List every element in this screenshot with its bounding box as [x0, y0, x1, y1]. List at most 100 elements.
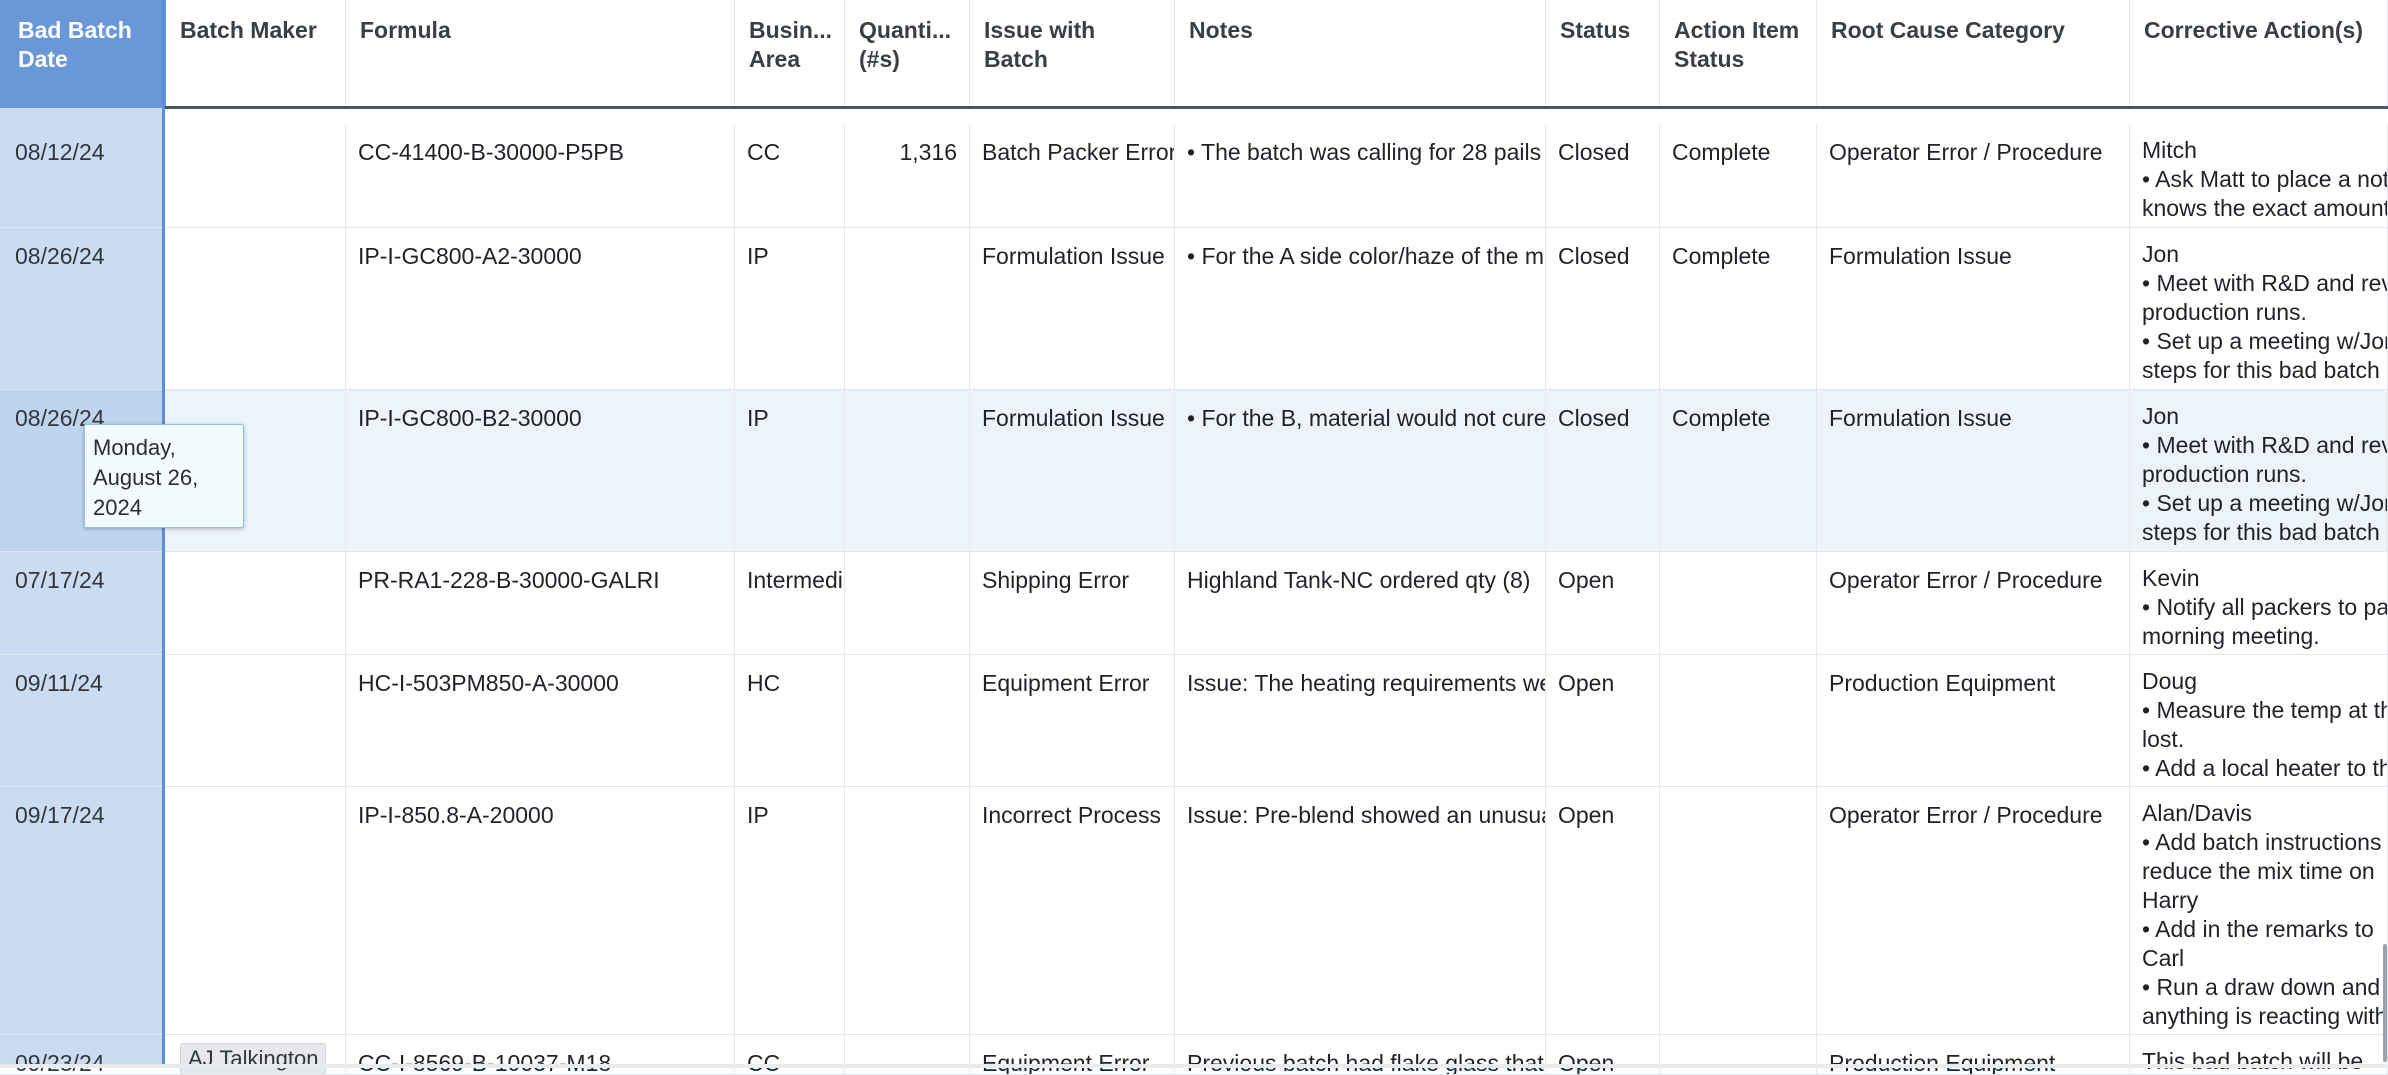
status-cell[interactable]: Open — [1546, 787, 1660, 1034]
business-area-cell[interactable]: IP — [735, 228, 845, 389]
header-batch-maker[interactable]: Batch Maker — [166, 0, 346, 108]
issue-cell[interactable]: Incorrect Process — [970, 787, 1175, 1034]
header-corrective-actions[interactable]: Corrective Action(s) — [2130, 0, 2388, 108]
corrective-action-line: • Measure the temp at the — [2142, 697, 2388, 723]
batch-maker-chip[interactable]: AJ Talkington — [180, 1043, 327, 1074]
quantity-cell[interactable] — [845, 390, 970, 551]
status-cell[interactable]: Closed — [1546, 228, 1660, 389]
header-notes[interactable]: Notes — [1175, 0, 1546, 108]
corrective-actions-cell[interactable]: Doug • Measure the temp at the lost. • Add … — [2130, 655, 2388, 786]
header-issue-with-batch[interactable]: Issue with Batch — [970, 0, 1175, 108]
status-cell[interactable]: Open — [1546, 552, 1660, 654]
corrective-actions-cell[interactable]: Jon • Meet with R&D and review production … — [2130, 390, 2388, 551]
root-cause-cell[interactable]: Operator Error / Procedure — [1817, 787, 2130, 1034]
formula-cell[interactable]: IP-I-GC800-A2-30000 — [346, 228, 735, 389]
status-cell[interactable]: Open — [1546, 1035, 1660, 1074]
issue-cell[interactable]: Equipment Error — [970, 1035, 1175, 1074]
status-cell[interactable]: Closed — [1546, 124, 1660, 227]
quantity-cell[interactable] — [845, 787, 970, 1034]
corrective-actions-cell[interactable]: Kevin • Notify all packers to pay morning … — [2130, 552, 2388, 654]
bad-batch-date-cell[interactable]: 09/23/24 — [0, 1035, 162, 1074]
header-business-area[interactable]: Busin... Area — [735, 0, 845, 108]
action-item-status-cell[interactable] — [1660, 552, 1817, 654]
root-cause-cell[interactable]: Production Equipment — [1817, 655, 2130, 786]
quantity-cell[interactable] — [845, 1035, 970, 1074]
action-item-status-cell[interactable]: Complete — [1660, 390, 1817, 551]
business-area-cell[interactable]: CC — [735, 1035, 845, 1074]
corrective-actions-cell[interactable]: This bad batch will be — [2130, 1035, 2388, 1074]
business-area-cell[interactable]: Intermediate — [735, 552, 845, 654]
action-item-status-cell[interactable] — [1660, 1035, 1817, 1074]
batch-maker-cell[interactable] — [166, 228, 346, 389]
notes-cell[interactable]: • For the B, material would not cure — [1175, 390, 1546, 551]
quantity-cell[interactable]: 1,316 — [845, 124, 970, 227]
batch-maker-cell[interactable] — [166, 124, 346, 227]
notes-cell[interactable]: Issue: The heating requirements were not… — [1175, 655, 1546, 786]
issue-cell[interactable]: Formulation Issue — [970, 390, 1175, 551]
formula-cell[interactable]: CC-I-8569-B-10037-M18 — [346, 1035, 735, 1074]
bad-batch-date-cell[interactable]: 09/11/24 — [0, 655, 162, 786]
formula-cell[interactable]: PR-RA1-228-B-30000-GALRI — [346, 552, 735, 654]
corrective-actions-cell[interactable]: Mitch • Ask Matt to place a note knows the… — [2130, 124, 2388, 227]
issue-cell[interactable]: Formulation Issue — [970, 228, 1175, 389]
action-item-status-cell[interactable]: Complete — [1660, 124, 1817, 227]
business-area-cell[interactable]: CC — [735, 124, 845, 227]
table-row[interactable]: 08/26/24 IP-I-GC800-A2-30000 IP Formulation… — [0, 228, 2388, 390]
batch-maker-cell[interactable] — [166, 552, 346, 654]
batch-maker-cell[interactable] — [166, 655, 346, 786]
root-cause-cell[interactable]: Production Equipment — [1817, 1035, 2130, 1074]
bad-batch-date-cell[interactable]: 07/17/24 — [0, 552, 162, 654]
table-row[interactable]: 09/17/24 IP-I-850.8-A-20000 IP Incorrect Pr… — [0, 787, 2388, 1035]
header-root-cause-category[interactable]: Root Cause Category — [1817, 0, 2130, 108]
root-cause-text: Production Equipment — [1829, 670, 2056, 696]
root-cause-cell[interactable]: Operator Error / Procedure — [1817, 124, 2130, 227]
notes-cell[interactable]: Issue: Pre-blend showed an unusual — [1175, 787, 1546, 1034]
notes-cell[interactable]: Previous batch had flake glass that — [1175, 1035, 1546, 1074]
action-item-status-cell[interactable] — [1660, 787, 1817, 1034]
formula-cell[interactable]: CC-41400-B-30000-P5PB — [346, 124, 735, 227]
notes-cell[interactable]: • For the A side color/haze of the mater… — [1175, 228, 1546, 389]
header-quantity[interactable]: Quanti... (#s) — [845, 0, 970, 108]
table-row[interactable]: 09/23/24 AJ Talkington CC-I-8569-B-10037-M… — [0, 1035, 2388, 1075]
header-formula[interactable]: Formula — [346, 0, 735, 108]
table-row[interactable]: 08/26/24 IP-I-GC800-B2-30000 IP Formulation… — [0, 390, 2388, 552]
table-row[interactable]: 09/11/24 HC-I-503PM850-A-30000 HC Equipment… — [0, 655, 2388, 787]
corrective-actions-cell[interactable]: Jon • Meet with R&D and review production … — [2130, 228, 2388, 389]
formula-cell[interactable]: HC-I-503PM850-A-30000 — [346, 655, 735, 786]
header-status[interactable]: Status — [1546, 0, 1660, 108]
issue-cell[interactable]: Batch Packer Error — [970, 124, 1175, 227]
issue-cell[interactable]: Shipping Error — [970, 552, 1175, 654]
root-cause-cell[interactable]: Formulation Issue — [1817, 228, 2130, 389]
vertical-scrollbar[interactable] — [2383, 944, 2387, 1062]
notes-cell[interactable]: • The batch was calling for 28 pails — [1175, 124, 1546, 227]
quantity-cell[interactable] — [845, 552, 970, 654]
header-bad-batch-date[interactable]: Bad Batch Date — [0, 0, 166, 108]
corrective-actions-cell[interactable]: Alan/Davis • Add batch instructions to red… — [2130, 787, 2388, 1034]
notes-cell[interactable]: Highland Tank-NC ordered qty (8) — [1175, 552, 1546, 654]
bad-batch-date-cell[interactable]: 08/26/24 — [0, 228, 162, 389]
table-row[interactable]: 07/17/24 PR-RA1-228-B-30000-GALRI Intermed… — [0, 552, 2388, 655]
batch-maker-cell[interactable]: AJ Talkington — [166, 1035, 346, 1074]
bad-batch-date-cell[interactable]: 08/12/24 — [0, 124, 162, 227]
key-column-border — [162, 0, 165, 1068]
header-action-item-status[interactable]: Action Item Status — [1660, 0, 1817, 108]
root-cause-cell[interactable]: Formulation Issue — [1817, 390, 2130, 551]
status-cell[interactable]: Open — [1546, 655, 1660, 786]
status-cell[interactable]: Closed — [1546, 390, 1660, 551]
formula-cell[interactable]: IP-I-850.8-A-20000 — [346, 787, 735, 1034]
batch-maker-cell[interactable] — [166, 787, 346, 1034]
quantity-cell[interactable] — [845, 228, 970, 389]
issue-cell[interactable]: Equipment Error — [970, 655, 1175, 786]
bad-batch-date-cell[interactable]: 09/17/24 — [0, 787, 162, 1034]
root-cause-cell[interactable]: Operator Error / Procedure — [1817, 552, 2130, 654]
status-text: Open — [1558, 670, 1615, 696]
business-area-cell[interactable]: HC — [735, 655, 845, 786]
quantity-cell[interactable] — [845, 655, 970, 786]
business-area-cell[interactable]: IP — [735, 787, 845, 1034]
formula-cell[interactable]: IP-I-GC800-B2-30000 — [346, 390, 735, 551]
notes-text: Issue: Pre-blend showed an unusual — [1187, 802, 1546, 828]
business-area-cell[interactable]: IP — [735, 390, 845, 551]
action-item-status-cell[interactable] — [1660, 655, 1817, 786]
table-row[interactable]: 08/12/24 CC-41400-B-30000-P5PB CC 1,316 Batc… — [0, 124, 2388, 228]
action-item-status-cell[interactable]: Complete — [1660, 228, 1817, 389]
